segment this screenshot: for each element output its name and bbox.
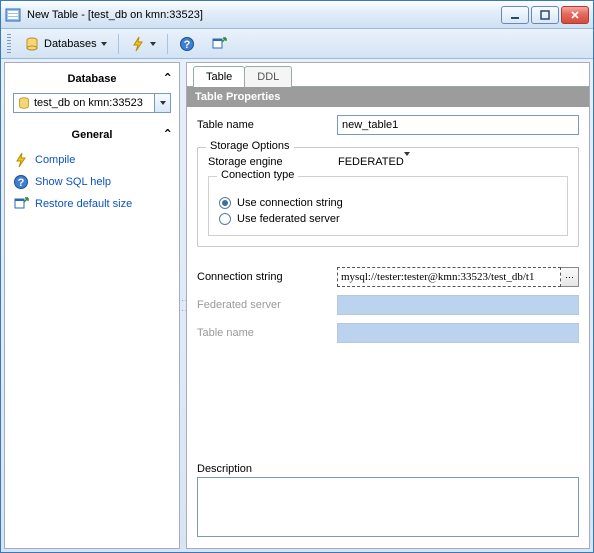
lightning-icon <box>130 36 146 52</box>
databases-label: Databases <box>44 38 97 50</box>
restore-size-icon <box>211 36 227 52</box>
restore-size-button[interactable] <box>206 33 232 55</box>
database-icon <box>24 36 40 52</box>
connection-type-fieldset: Conection type Use connection string Use… <box>208 176 568 236</box>
minimize-button[interactable] <box>501 6 529 24</box>
federated-server-label: Federated server <box>197 299 327 311</box>
svg-text:?: ? <box>183 39 190 51</box>
storage-engine-select[interactable]: FEDERATED <box>338 156 410 168</box>
app-icon <box>5 7 21 23</box>
titlebar[interactable]: New Table - [test_db on kmn:33523] <box>1 1 593 29</box>
storage-options-fieldset: Storage Options Storage engine FEDERATED… <box>197 147 579 247</box>
database-icon <box>17 96 31 110</box>
restore-size-icon <box>13 196 29 212</box>
radio-connection-string[interactable]: Use connection string <box>219 195 557 211</box>
connection-string-label: Connection string <box>197 271 327 283</box>
chevron-down-icon <box>404 152 410 168</box>
connection-type-legend: Conection type <box>217 169 298 181</box>
connection-string-row: Connection string ⋯ <box>197 267 579 287</box>
fed-table-name-row: Table name <box>197 323 579 343</box>
sidebar: Database ^ test_db on kmn:33523 General … <box>4 62 180 549</box>
ellipsis-icon: ⋯ <box>565 272 574 283</box>
compile-button[interactable] <box>125 33 161 55</box>
storage-engine-label: Storage engine <box>208 156 328 168</box>
sidebar-database-heading: Database ^ <box>13 69 171 93</box>
collapse-icon[interactable]: ^ <box>164 71 171 84</box>
main-toolbar: Databases ? <box>1 29 593 59</box>
description-label: Description <box>197 463 579 475</box>
help-icon: ? <box>13 174 29 190</box>
window-title: New Table - [test_db on kmn:33523] <box>27 9 501 21</box>
toolbar-separator <box>118 34 119 54</box>
tab-row: Table DDL <box>187 63 589 87</box>
main-panel: Table DDL Table Properties Table name St… <box>186 62 590 549</box>
database-selector[interactable]: test_db on kmn:33523 <box>13 93 171 113</box>
sidebar-general-heading: General ^ <box>13 125 171 149</box>
app-window: New Table - [test_db on kmn:33523] Datab… <box>0 0 594 553</box>
sidebar-compile-link[interactable]: Compile <box>13 149 171 171</box>
chevron-down-icon[interactable] <box>155 93 171 113</box>
section-header: Table Properties <box>187 87 589 107</box>
fed-table-name-label: Table name <box>197 327 327 339</box>
tab-table[interactable]: Table <box>193 66 245 87</box>
description-area: Description <box>197 463 579 540</box>
databases-dropdown[interactable]: Databases <box>19 33 112 55</box>
collapse-icon[interactable]: ^ <box>164 127 171 140</box>
storage-options-legend: Storage Options <box>206 140 294 152</box>
chevron-down-icon <box>101 42 107 46</box>
chevron-down-icon <box>150 42 156 46</box>
browse-button[interactable]: ⋯ <box>561 267 579 287</box>
sidebar-restore-link[interactable]: Restore default size <box>13 193 171 215</box>
federated-server-row: Federated server <box>197 295 579 315</box>
fed-table-name-select <box>337 323 579 343</box>
description-textarea[interactable] <box>197 477 579 537</box>
radio-icon <box>219 197 231 209</box>
lightning-icon <box>13 152 29 168</box>
federated-server-select <box>337 295 579 315</box>
help-icon: ? <box>179 36 195 52</box>
radio-icon <box>219 213 231 225</box>
toolbar-separator <box>167 34 168 54</box>
close-button[interactable] <box>561 6 589 24</box>
toolbar-grip-icon <box>7 34 11 54</box>
radio-federated-server[interactable]: Use federated server <box>219 211 557 227</box>
tab-ddl[interactable]: DDL <box>244 66 292 87</box>
sidebar-sql-help-link[interactable]: ? Show SQL help <box>13 171 171 193</box>
connection-string-input[interactable] <box>337 267 561 287</box>
svg-text:?: ? <box>18 177 25 189</box>
table-name-input[interactable] <box>337 115 579 135</box>
database-selected-text: test_db on kmn:33523 <box>34 97 143 109</box>
table-name-row: Table name <box>197 115 579 135</box>
table-name-label: Table name <box>197 119 327 131</box>
help-button[interactable]: ? <box>174 33 200 55</box>
maximize-button[interactable] <box>531 6 559 24</box>
